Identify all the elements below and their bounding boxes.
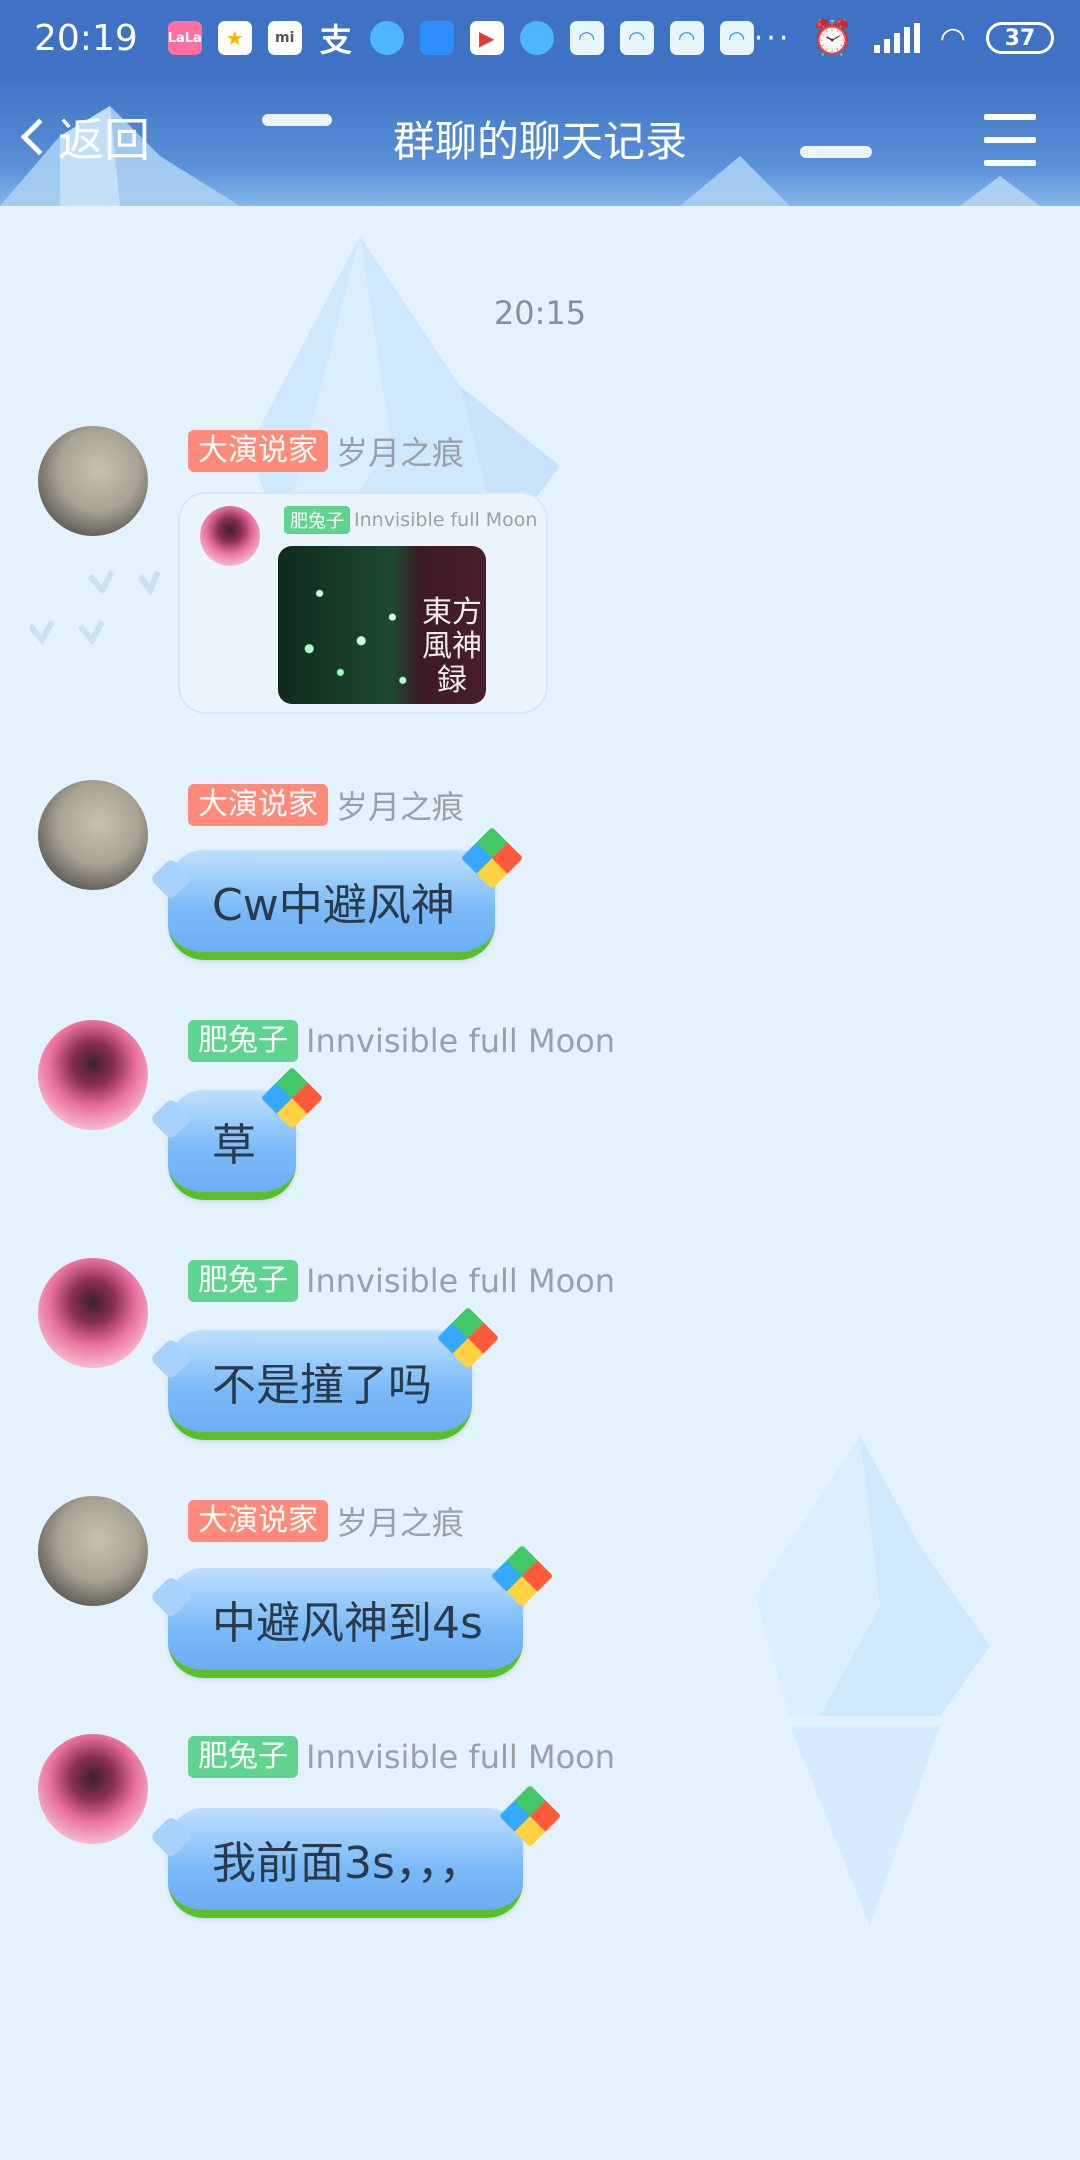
message-text: 我前面3s，，， [212, 1838, 483, 1889]
browser-icon [519, 21, 554, 55]
forwarded-message-card[interactable]: 肥兔子 Innvisible full Moon 東方風神録 [178, 492, 548, 714]
sender-nickname: 岁月之痕 [336, 1504, 465, 1542]
play-icon: ▶ [469, 21, 504, 55]
signal-icon [873, 23, 920, 53]
member-title-badge: 肥兔子 [188, 1020, 298, 1062]
qq-icon: ◠ [719, 21, 754, 55]
sender-info: 大演说家 岁月之痕 [188, 428, 464, 474]
qq-icon: ◠ [619, 21, 654, 55]
avatar [200, 506, 260, 566]
chat-history-list[interactable]: 20:15 大演说家 岁月之痕 肥兔子 Innvisible full Moon… [0, 206, 1080, 2160]
message-bubble[interactable]: 我前面3s，，， [168, 1808, 523, 1918]
header-bar: 返回 群聊的聊天记录 [0, 76, 1080, 206]
sender-nickname: Innvisible full Moon [306, 1262, 615, 1300]
page-title: 群聊的聊天记录 [392, 117, 687, 166]
member-title-badge: 肥兔子 [284, 506, 350, 534]
qq-icon: ◠ [669, 21, 704, 55]
sender-info: 肥兔子 Innvisible full Moon [188, 1736, 615, 1778]
status-time: 20:19 [34, 17, 138, 59]
alarm-icon: ⏰ [811, 18, 854, 58]
image-caption: 東方風神録 [422, 595, 482, 698]
iceberg-background-decoration [755, 1436, 990, 1926]
avatar[interactable] [38, 1258, 148, 1368]
battery-level: 37 [1004, 25, 1036, 51]
sender-nickname: 岁月之痕 [336, 434, 465, 472]
star-app-icon: ★ [217, 21, 252, 55]
battery-icon: 37 [985, 22, 1054, 54]
notification-icons: LaLa ★ mi 支 ▶ ◠ ◠ ◠ ◠ [168, 21, 754, 59]
status-bar: 20:19 LaLa ★ mi 支 ▶ ◠ ◠ ◠ ◠ ··· ⏰ ◠ 37 [0, 0, 1080, 76]
avatar[interactable] [38, 1020, 148, 1130]
message-timestamp: 20:15 [493, 294, 587, 332]
sender-nickname: 岁月之痕 [336, 788, 465, 826]
wifi-icon: ◠ [939, 20, 966, 56]
lala-app-icon: LaLa [168, 21, 202, 55]
message-text: 中避风神到4s [212, 1598, 483, 1649]
message-bubble[interactable]: 中避风神到4s [168, 1568, 523, 1678]
qq-icon: ◠ [569, 21, 604, 55]
avatar[interactable] [38, 1734, 148, 1844]
sender-info: 大演说家 岁月之痕 [188, 782, 464, 828]
message-text: Cw中避风神 [212, 880, 455, 931]
message-bubble[interactable]: Cw中避风神 [168, 850, 495, 960]
member-title-badge: 大演说家 [188, 430, 328, 472]
member-title-badge: 肥兔子 [188, 1260, 298, 1302]
member-title-badge: 大演说家 [188, 784, 328, 826]
doc-icon [419, 21, 454, 55]
sender-info: 大演说家 岁月之痕 [188, 1498, 464, 1544]
sender-nickname: Innvisible full Moon [306, 1022, 615, 1060]
sender-info: 肥兔子 Innvisible full Moon [188, 1260, 615, 1302]
avatar[interactable] [38, 780, 148, 890]
more-notifications-icon: ··· [753, 20, 792, 56]
avatar[interactable] [38, 1496, 148, 1606]
message-text: 草 [212, 1120, 256, 1171]
message-text: 不是撞了吗 [212, 1360, 432, 1411]
bird-decoration-icon [30, 570, 161, 646]
mi-app-icon: mi [267, 21, 302, 55]
menu-button[interactable] [984, 114, 1036, 166]
message-bubble[interactable]: 不是撞了吗 [168, 1330, 472, 1440]
sender-info: 肥兔子 Innvisible full Moon [188, 1020, 615, 1062]
member-title-badge: 肥兔子 [188, 1736, 298, 1778]
sender-nickname: Innvisible full Moon [306, 1738, 615, 1776]
browser-icon [369, 21, 404, 55]
menu-icon [984, 114, 1036, 120]
member-title-badge: 大演说家 [188, 1500, 328, 1542]
game-screenshot-image[interactable]: 東方風神録 [278, 546, 486, 704]
avatar[interactable] [38, 426, 148, 536]
alipay-icon: 支 [319, 21, 352, 59]
sender-nickname: Innvisible full Moon [354, 509, 538, 531]
